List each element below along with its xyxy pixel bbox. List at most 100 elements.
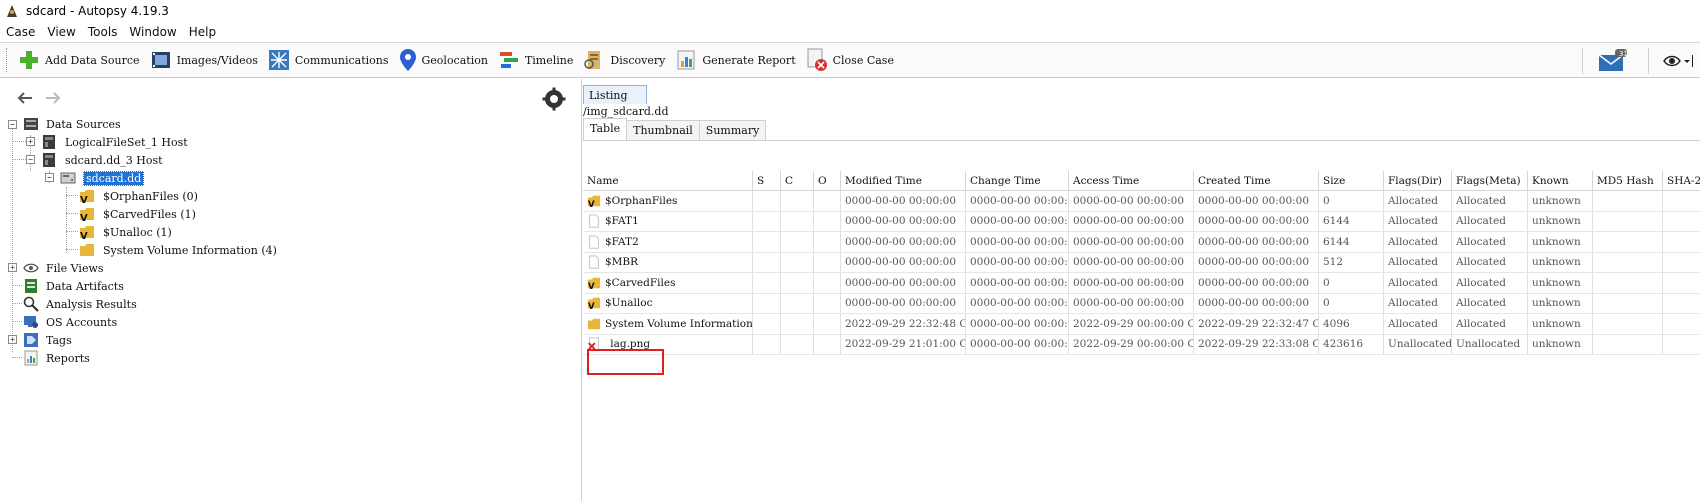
geolocation-label: Geolocation (421, 53, 488, 67)
discovery-button[interactable]: Discovery (579, 45, 669, 75)
table-row[interactable]: V $OrphanFiles 0000-00-00 00:00:00 0000-00-… (583, 191, 1700, 212)
empty-cell (753, 314, 781, 334)
tree-label: $CarvedFiles (1) (103, 208, 196, 221)
expand-toggle[interactable]: + (8, 335, 17, 344)
flags-dir-cell: Allocated (1384, 273, 1452, 293)
column-header[interactable]: O (814, 171, 841, 190)
folder-icon (587, 318, 601, 329)
created-cell: 0000-00-00 00:00:00 (1194, 232, 1319, 252)
change-cell: 0000-00-00 00:00:00 (966, 211, 1069, 231)
svg-text:V: V (80, 213, 88, 222)
table-row[interactable]: $FAT2 0000-00-00 00:00:00 0000-00-00 00:00… (583, 232, 1700, 253)
expand-toggle[interactable]: + (26, 137, 35, 146)
size-cell: 6144 (1319, 211, 1384, 231)
column-header[interactable]: C (781, 171, 814, 190)
expand-toggle[interactable]: + (8, 263, 17, 272)
table-row[interactable]: $FAT1 0000-00-00 00:00:00 0000-00-00 00:00… (583, 211, 1700, 232)
column-header[interactable]: SHA-2 (1663, 171, 1700, 190)
arrow-left-icon (17, 92, 32, 104)
images-videos-button[interactable]: Images/Videos (146, 45, 262, 75)
column-header[interactable]: S (753, 171, 781, 190)
flags-dir-cell: Allocated (1384, 252, 1452, 272)
data-sources-icon (24, 118, 38, 130)
known-cell: unknown (1528, 232, 1593, 252)
collapse-toggle[interactable]: − (8, 120, 17, 129)
modified-cell: 0000-00-00 00:00:00 (841, 252, 966, 272)
empty-cell (1663, 212, 1700, 232)
film-icon (151, 52, 170, 68)
toolbar-grip[interactable] (6, 48, 10, 72)
empty-cell (753, 252, 781, 272)
discovery-label: Discovery (610, 53, 666, 67)
tab-summary[interactable]: Summary (698, 120, 767, 140)
highlight-box (587, 349, 664, 375)
flags-meta-cell: Unallocated (1452, 334, 1528, 354)
network-icon (268, 50, 289, 70)
menu-view[interactable]: View (41, 22, 81, 42)
menu-tools[interactable]: Tools (82, 22, 124, 42)
tab-thumbnail[interactable]: Thumbnail (626, 120, 700, 140)
change-cell: 0000-00-00 00:00:00 (966, 191, 1069, 211)
menu-case[interactable]: Case (0, 22, 41, 42)
name-cell: $FAT2 (583, 232, 753, 252)
menu-help[interactable]: Help (183, 22, 222, 42)
geolocation-button[interactable]: Geolocation (395, 45, 492, 75)
column-header[interactable]: Flags(Dir) (1384, 171, 1452, 190)
add-data-source-button[interactable]: Add Data Source (14, 45, 144, 75)
empty-cell (814, 191, 841, 211)
menu-bar: Case View Tools Window Help (0, 22, 1700, 42)
name-cell: V $Unalloc (583, 293, 753, 313)
modified-cell: 0000-00-00 00:00:00 (841, 273, 966, 293)
table-row[interactable]: V $Unalloc 0000-00-00 00:00:00 0000-00-00 0… (583, 293, 1700, 314)
table-row[interactable]: _lag.png2022-09-29 21:01:00 CST0000-00-0… (583, 334, 1700, 355)
notifications-button[interactable]: 31 (1593, 46, 1636, 76)
table-row[interactable]: System Volume Information 2022-09-29 22:3… (583, 314, 1700, 335)
collapse-toggle[interactable]: − (45, 173, 54, 182)
tab-table[interactable]: Table (583, 118, 628, 140)
table-row[interactable]: $MBR 0000-00-00 00:00:00 0000-00-00 00:00:… (583, 252, 1700, 273)
size-cell: 6144 (1319, 232, 1384, 252)
column-header[interactable]: Known (1528, 171, 1593, 190)
tree-line (12, 159, 26, 160)
file-name: $FAT2 (605, 235, 639, 248)
disk-image-icon (60, 172, 76, 184)
column-header[interactable]: Name (583, 171, 753, 190)
known-cell: unknown (1528, 211, 1593, 231)
toolbar-separator (1582, 48, 1583, 74)
magnifier-icon (23, 296, 39, 312)
arrow-right-icon (46, 92, 61, 104)
flags-meta-cell: Allocated (1452, 252, 1528, 272)
column-header[interactable]: MD5 Hash (1593, 171, 1663, 190)
gear-icon[interactable] (542, 87, 566, 111)
view-options-button[interactable] (1659, 46, 1698, 76)
tree-line (12, 141, 26, 142)
tab-listing[interactable]: Listing (583, 85, 647, 104)
change-cell: 0000-00-00 00:00:00 (966, 314, 1069, 334)
change-cell: 0000-00-00 00:00:00 (966, 293, 1069, 313)
forward-button[interactable] (42, 87, 64, 109)
collapse-toggle[interactable]: − (26, 155, 35, 164)
communications-button[interactable]: Communications (264, 45, 393, 75)
close-case-button[interactable]: Close Case (802, 45, 898, 75)
timeline-button[interactable]: Timeline (494, 45, 577, 75)
tree-line (12, 321, 22, 322)
created-cell: 0000-00-00 00:00:00 (1194, 191, 1319, 211)
svg-text:V: V (80, 231, 88, 240)
column-header[interactable]: Modified Time (841, 171, 966, 190)
empty-cell (781, 273, 814, 293)
flags-meta-cell: Allocated (1452, 191, 1528, 211)
menu-window[interactable]: Window (123, 22, 182, 42)
map-pin-icon (399, 49, 416, 71)
column-header[interactable]: Change Time (966, 171, 1069, 190)
column-header[interactable]: Access Time (1069, 171, 1194, 190)
generate-report-button[interactable]: Generate Report (671, 45, 799, 75)
access-cell: 2022-09-29 00:00:00 CST (1069, 334, 1194, 354)
tree-label: $Unalloc (1) (103, 226, 172, 239)
column-header[interactable]: Size (1319, 171, 1384, 190)
tag-icon (24, 333, 38, 347)
column-header[interactable]: Created Time (1194, 171, 1319, 190)
back-button[interactable] (14, 87, 36, 109)
table-row[interactable]: V $CarvedFiles 0000-00-00 00:00:00 0000-00-… (583, 273, 1700, 294)
known-cell: unknown (1528, 191, 1593, 211)
column-header[interactable]: Flags(Meta) (1452, 171, 1528, 190)
